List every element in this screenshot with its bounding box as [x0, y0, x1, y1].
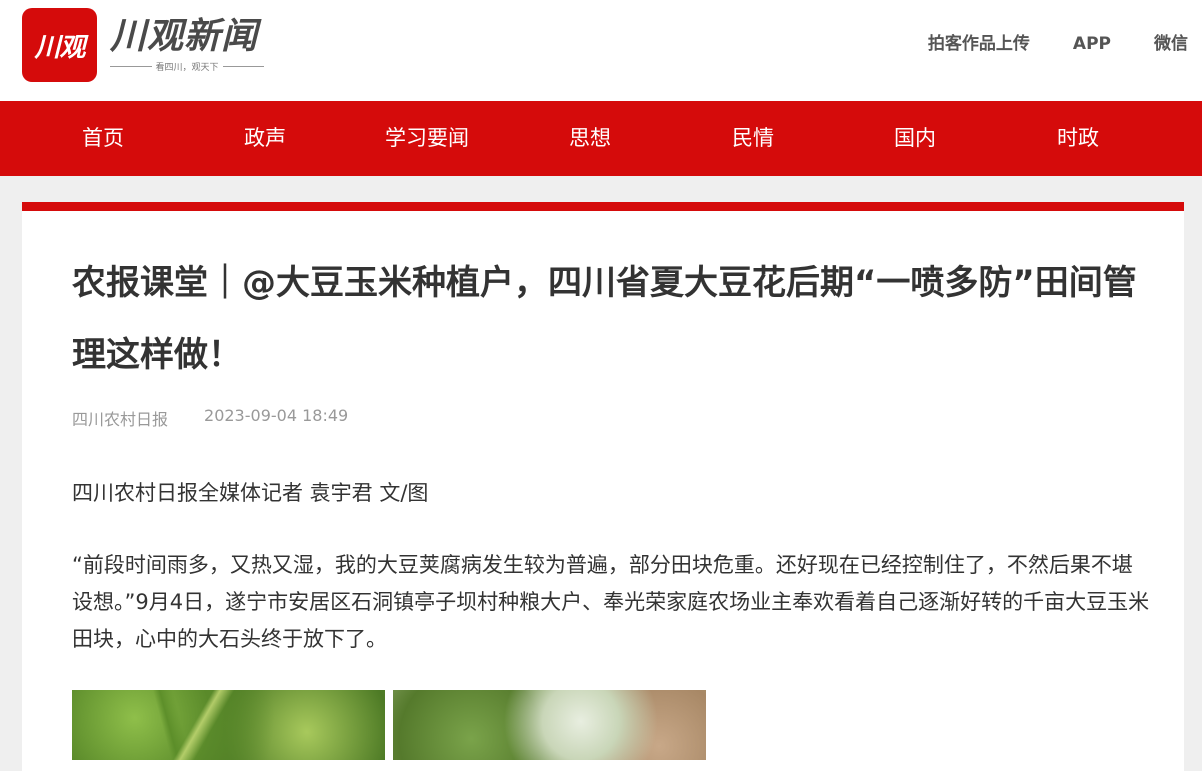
article-byline: 四川农村日报全媒体记者 袁宇君 文/图 — [72, 481, 429, 505]
nav-item-politics[interactable]: 时政 — [997, 101, 1159, 176]
article-meta: 四川农村日报 2023-09-04 18:49 — [72, 406, 348, 430]
nav-item-home[interactable]: 首页 — [22, 101, 184, 176]
nav-item-zhengsheng[interactable]: 政声 — [184, 101, 346, 176]
article-title: 农报课堂｜@大豆玉米种植户，四川省夏大豆花后期“一喷多防”田间管理这样做！ — [72, 263, 1137, 375]
main-nav: 首页 政声 学习要闻 思想 民情 国内 时政 — [0, 101, 1202, 176]
article-photo-2[interactable] — [393, 690, 706, 760]
slogan-divider-right — [222, 66, 265, 67]
article-source: 四川农村日报 — [72, 410, 169, 429]
upload-link[interactable]: 拍客作品上传 — [928, 32, 1030, 56]
nav-item-study[interactable]: 学习要闻 — [346, 101, 508, 176]
slogan-divider-left — [110, 66, 152, 67]
nav-item-thought[interactable]: 思想 — [509, 101, 671, 176]
article-photo-1[interactable] — [72, 690, 385, 760]
nav-item-domestic[interactable]: 国内 — [834, 101, 996, 176]
nav-item-public-opinion[interactable]: 民情 — [672, 101, 834, 176]
logo-mark[interactable]: 川观 — [22, 8, 97, 82]
logo-slogan: 看四川，观天下 — [110, 60, 265, 73]
article-datetime: 2023-09-04 18:49 — [204, 406, 349, 425]
slogan-text: 看四川，观天下 — [155, 63, 219, 73]
wechat-link[interactable]: 微信 — [1154, 32, 1188, 56]
logo-text[interactable]: 川观新闻 — [110, 14, 258, 58]
article-paragraph: “前段时间雨多，又热又湿，我的大豆荚腐病发生较为普遍，部分田块危重。还好现在已经… — [72, 553, 1150, 651]
app-link[interactable]: APP — [1073, 32, 1111, 56]
article-card: 农报课堂｜@大豆玉米种植户，四川省夏大豆花后期“一喷多防”田间管理这样做！ 四川… — [22, 202, 1184, 771]
top-links: 拍客作品上传 APP 微信 — [885, 32, 1188, 56]
site-header: 川观 川观新闻 看四川，观天下 拍客作品上传 APP 微信 — [0, 0, 1202, 101]
